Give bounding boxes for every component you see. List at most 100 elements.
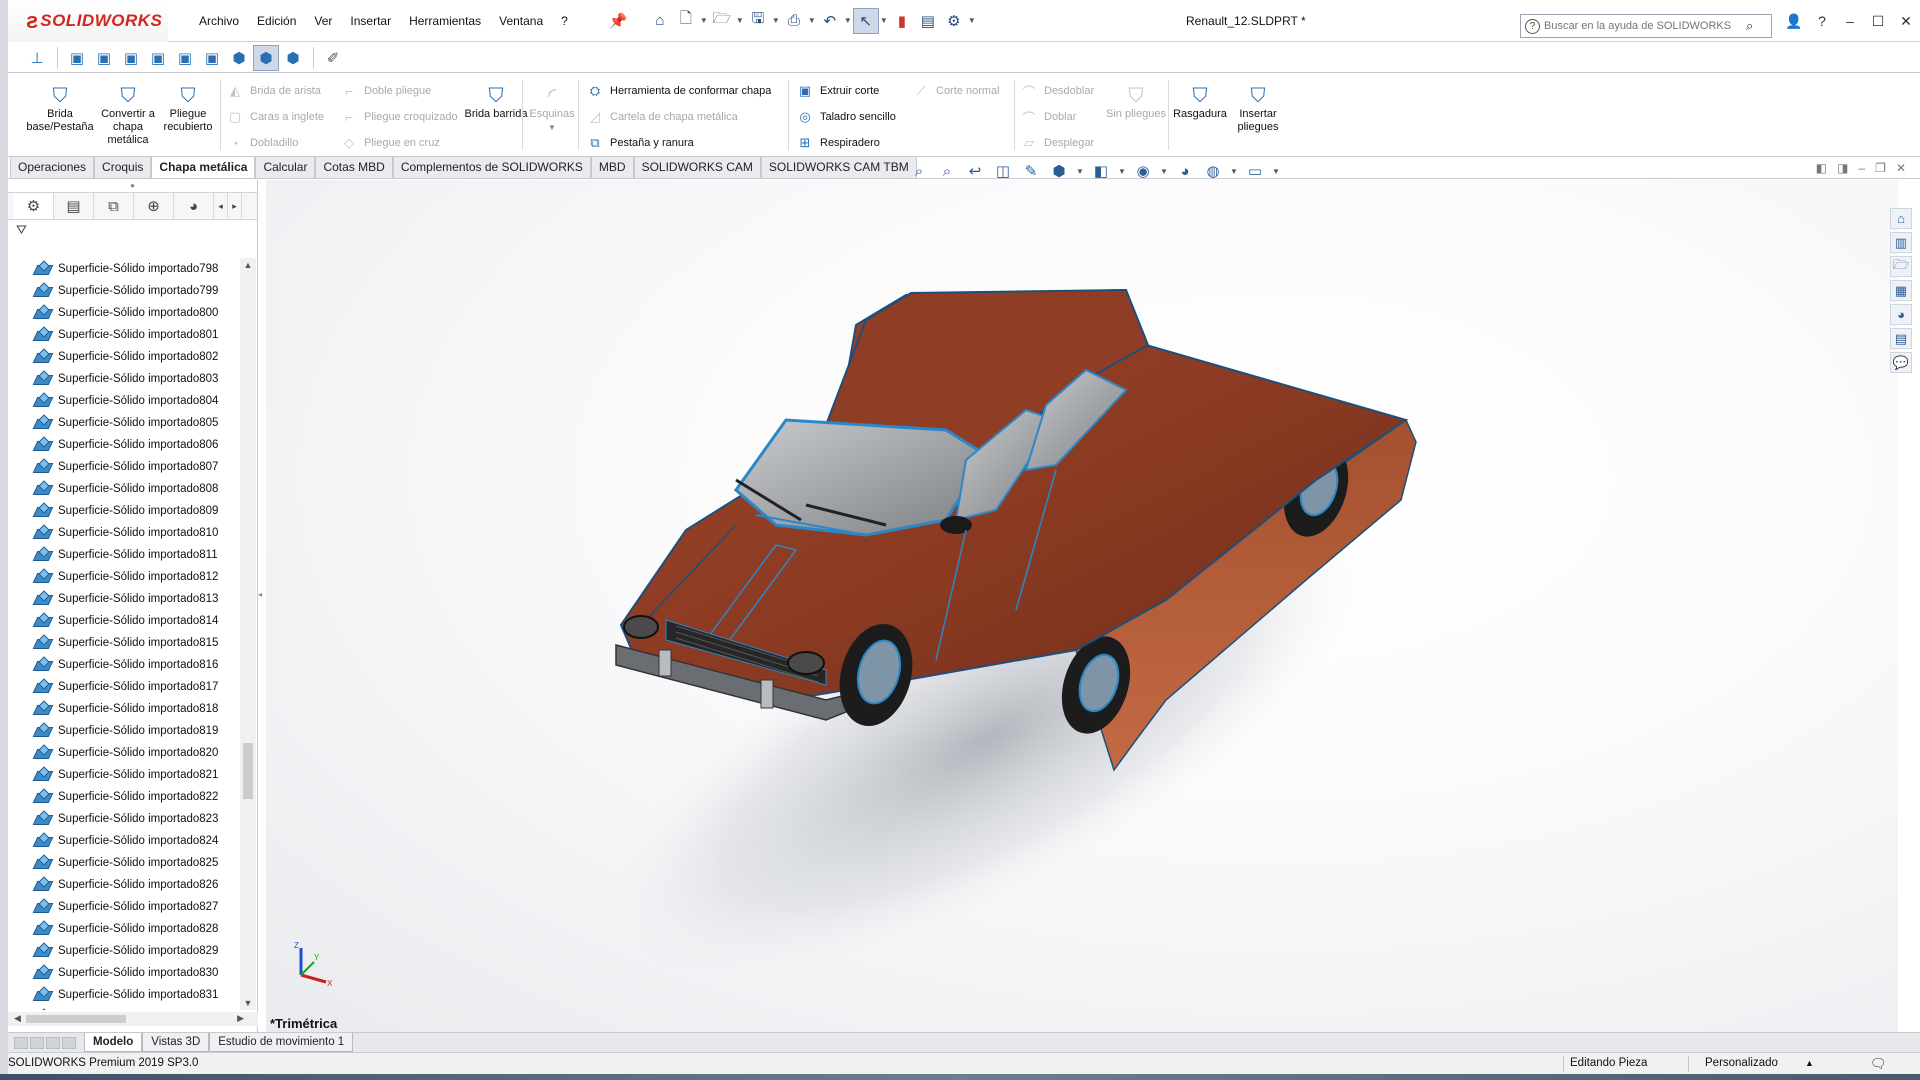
feature-tree-item[interactable]: Superficie-Sólido importado813	[8, 588, 238, 610]
viewport-restore-right-icon[interactable]: ◨	[1837, 161, 1848, 175]
open-dropdown-icon[interactable]: ▼	[735, 8, 745, 34]
fold-button[interactable]: ⌒ Doblar	[1018, 104, 1094, 130]
flatten-button[interactable]: ▱ Desplegar	[1018, 130, 1094, 156]
unit-system-dropdown-icon[interactable]: ▲	[1805, 1053, 1814, 1074]
viewport-maximize-icon[interactable]: ❐	[1875, 161, 1886, 175]
back-view-icon[interactable]: ▣	[91, 45, 117, 71]
menu-archivo[interactable]: Archivo	[190, 0, 248, 42]
new-dropdown-icon[interactable]: ▼	[699, 8, 709, 34]
view-settings-icon[interactable]: ▭	[1244, 162, 1266, 180]
scroll-up-icon[interactable]: ▲	[240, 258, 256, 272]
last-tab-icon[interactable]	[62, 1036, 76, 1049]
first-tab-icon[interactable]	[14, 1036, 28, 1049]
feature-tree-item[interactable]: Superficie-Sólido importado804	[8, 390, 238, 412]
feature-tree-item[interactable]: Superficie-Sólido importado832	[8, 1006, 238, 1010]
feature-tree-item[interactable]: Superficie-Sólido importado812	[8, 566, 238, 588]
print-icon[interactable]: ⎙	[781, 8, 807, 34]
undo-dropdown-icon[interactable]: ▼	[843, 8, 853, 34]
menu-ver[interactable]: Ver	[305, 0, 341, 42]
normal-to-icon[interactable]: ⊥	[24, 45, 50, 71]
maximize-icon[interactable]: ☐	[1864, 13, 1892, 30]
top-view-icon[interactable]: ▣	[172, 45, 198, 71]
feature-tree-item[interactable]: Superficie-Sólido importado830	[8, 962, 238, 984]
feature-tree-item[interactable]: Superficie-Sólido importado827	[8, 896, 238, 918]
tooltip-balloon-icon[interactable]: 🗨	[1870, 1053, 1887, 1074]
feature-tree-item[interactable]: Superficie-Sólido importado816	[8, 654, 238, 676]
feature-tree-item[interactable]: Superficie-Sólido importado817	[8, 676, 238, 698]
dynamic-annotation-icon[interactable]: ✎	[1020, 162, 1042, 180]
feature-tree-item[interactable]: Superficie-Sólido importado822	[8, 786, 238, 808]
custom-properties-icon[interactable]: ▤	[1890, 328, 1912, 349]
feature-tree-item[interactable]: Superficie-Sólido importado824	[8, 830, 238, 852]
select-dropdown-icon[interactable]: ▼	[879, 8, 889, 34]
front-view-icon[interactable]: ▣	[64, 45, 90, 71]
next-tab-icon[interactable]	[46, 1036, 60, 1049]
feature-tree-item[interactable]: Superficie-Sólido importado801	[8, 324, 238, 346]
feature-tree-item[interactable]: Superficie-Sólido importado807	[8, 456, 238, 478]
edit-appearance-icon[interactable]: ◕	[1174, 163, 1196, 180]
solidworks-resources-icon[interactable]: ⌂	[1890, 208, 1912, 229]
tabs-scroll-right-icon[interactable]: ▸	[228, 193, 242, 219]
tab-solidworks-cam-tbm[interactable]: SOLIDWORKS CAM TBM	[760, 156, 917, 178]
scroll-down-icon[interactable]: ▼	[240, 996, 256, 1010]
feature-tree-item[interactable]: Superficie-Sólido importado821	[8, 764, 238, 786]
view-settings-dropdown-icon[interactable]: ▼	[1272, 167, 1280, 176]
trimetric-view-icon[interactable]: ⬢	[253, 44, 279, 71]
feature-tree-item[interactable]: Superficie-Sólido importado829	[8, 940, 238, 962]
unit-system[interactable]: Personalizado	[1705, 1053, 1778, 1074]
scroll-right-icon[interactable]: ▶	[237, 1013, 244, 1024]
close-icon[interactable]: ✕	[1892, 13, 1920, 30]
apply-scene-dropdown-icon[interactable]: ▼	[1230, 167, 1238, 176]
feature-tree-item[interactable]: Superficie-Sólido importado805	[8, 412, 238, 434]
feature-tree-item[interactable]: Superficie-Sólido importado803	[8, 368, 238, 390]
hem-button[interactable]: ◔ Dobladillo	[224, 130, 324, 156]
edge-flange-button[interactable]: ◭ Brida de arista	[224, 78, 324, 104]
sheet-metal-gusset-button[interactable]: ◿ Cartela de chapa metálica	[584, 104, 771, 130]
open-folder-icon[interactable]: 🗁	[709, 8, 735, 34]
tree-vertical-scrollbar[interactable]: ▲ ▼	[240, 258, 256, 1010]
feature-tree-item[interactable]: Superficie-Sólido importado815	[8, 632, 238, 654]
save-dropdown-icon[interactable]: ▼	[771, 8, 781, 34]
options-dropdown-icon[interactable]: ▼	[967, 8, 977, 34]
rebuild-traffic-light-icon[interactable]: ▮	[889, 8, 915, 34]
file-properties-icon[interactable]: ▤	[915, 8, 941, 34]
tree-horizontal-scrollbar[interactable]: ◀ ▶	[8, 1012, 258, 1026]
feature-tree-item[interactable]: Superficie-Sólido importado814	[8, 610, 238, 632]
feature-tree-item[interactable]: Superficie-Sólido importado826	[8, 874, 238, 896]
miter-flange-button[interactable]: ▢ Caras a inglete	[224, 104, 324, 130]
view-orientation-icon[interactable]: ⬢	[1048, 162, 1070, 180]
jog-button[interactable]: ⌐ Doble pliegue	[338, 78, 458, 104]
measure-tool-icon[interactable]: ✐	[320, 45, 346, 71]
help-search-box[interactable]: ? ⌕	[1520, 14, 1772, 38]
minimize-icon[interactable]: –	[1836, 13, 1864, 29]
appearances-scenes-icon[interactable]: ◕	[1890, 304, 1912, 325]
feature-tree-item[interactable]: Superficie-Sólido importado809	[8, 500, 238, 522]
feature-tree-item[interactable]: Superficie-Sólido importado825	[8, 852, 238, 874]
options-gear-icon[interactable]: ⚙	[941, 8, 967, 34]
zoom-to-fit-icon[interactable]: ⌕	[908, 163, 930, 180]
solidworks-logo[interactable]: ƨ SOLIDWORKS	[8, 0, 168, 42]
viewport-restore-left-icon[interactable]: ◧	[1816, 161, 1827, 175]
dimxpert-manager-icon[interactable]: ⊕	[134, 193, 174, 219]
forming-tool-button[interactable]: ⛭ Herramienta de conformar chapa	[584, 78, 772, 104]
lofted-bend-button[interactable]: ⛉ Pliegue recubierto	[154, 84, 222, 134]
print-dropdown-icon[interactable]: ▼	[807, 8, 817, 34]
menu-help[interactable]: ?	[552, 0, 577, 42]
configuration-manager-icon[interactable]: ⧉	[94, 193, 134, 219]
view-palette-icon[interactable]: ▦	[1890, 280, 1912, 301]
tab-operaciones[interactable]: Operaciones	[10, 156, 95, 178]
cross-break-button[interactable]: ◇ Pliegue en cruz	[338, 130, 458, 156]
tab-vistas-3d[interactable]: Vistas 3D	[142, 1033, 210, 1052]
user-account-icon[interactable]: 👤	[1780, 13, 1808, 30]
base-flange-button[interactable]: ⛉ Brida base/Pestaña	[24, 84, 96, 134]
menu-herramientas[interactable]: Herramientas	[400, 0, 490, 42]
feature-tree-item[interactable]: Superficie-Sólido importado806	[8, 434, 238, 456]
left-view-icon[interactable]: ▣	[118, 45, 144, 71]
pin-icon[interactable]: 📌	[605, 8, 631, 34]
tab-modelo[interactable]: Modelo	[84, 1033, 143, 1052]
vent-button[interactable]: ⊞ Respiradero	[794, 130, 896, 156]
home-icon[interactable]: ⌂	[647, 8, 673, 34]
hide-show-items-icon[interactable]: ◉	[1132, 162, 1154, 180]
feature-tree-item[interactable]: Superficie-Sólido importado798	[8, 258, 238, 280]
menu-insertar[interactable]: Insertar	[341, 0, 400, 42]
